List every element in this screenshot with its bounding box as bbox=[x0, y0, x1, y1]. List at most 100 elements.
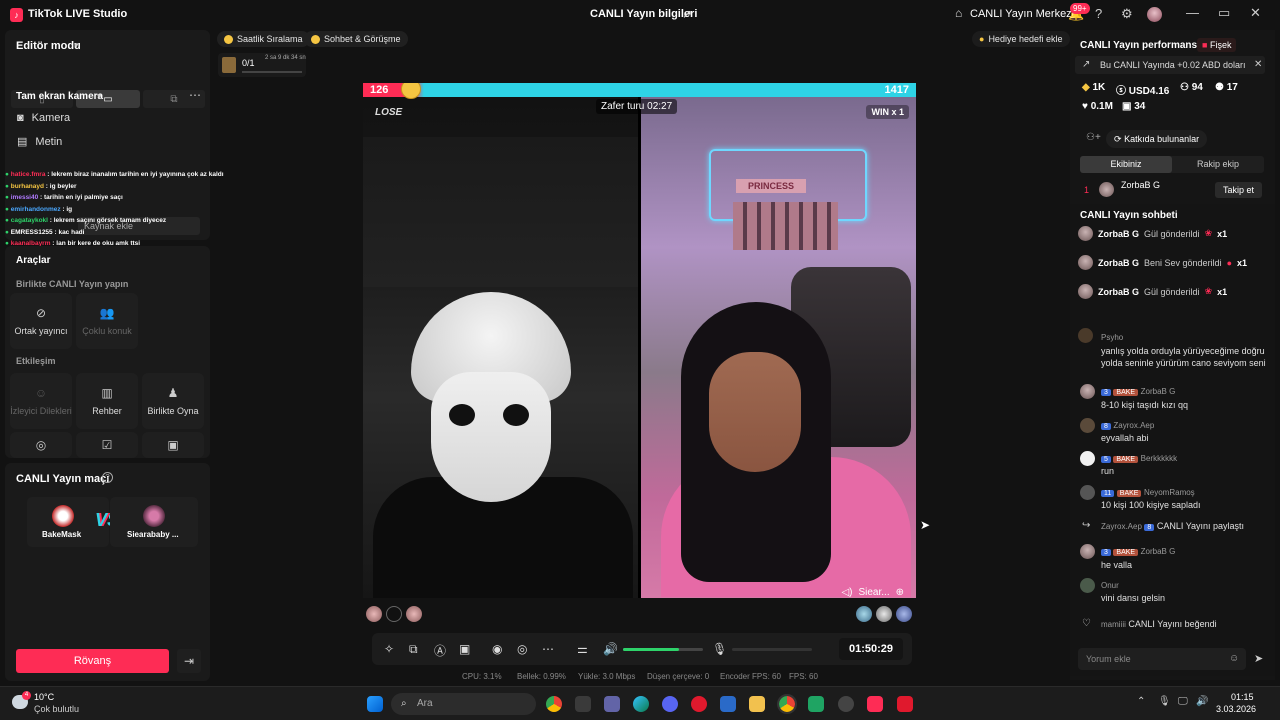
gift-message: ZorbaB G Gül gönderildi ❀ x1 bbox=[1078, 284, 1227, 299]
tiktok-icon[interactable] bbox=[867, 696, 883, 712]
avatar[interactable] bbox=[1078, 226, 1093, 241]
help-icon[interactable]: ? bbox=[1095, 6, 1102, 21]
avatar[interactable] bbox=[1080, 544, 1095, 559]
level-badge: 3 bbox=[1101, 389, 1111, 396]
avatar[interactable] bbox=[1099, 182, 1114, 197]
add-user-icon[interactable]: ⚇+ bbox=[1086, 132, 1101, 143]
help-icon[interactable]: ? bbox=[102, 472, 113, 483]
supporter-avatar[interactable] bbox=[856, 606, 872, 622]
chevron-down-icon[interactable]: ▾ bbox=[74, 40, 79, 51]
avatar[interactable] bbox=[1147, 7, 1162, 22]
chrome-active-icon[interactable] bbox=[777, 694, 797, 714]
youtube-icon[interactable] bbox=[897, 696, 913, 712]
weather-temp[interactable]: 10°C bbox=[34, 692, 54, 702]
tool-more-1[interactable]: ◎ bbox=[10, 432, 72, 458]
stat-viewers-value: 94 bbox=[1191, 82, 1203, 93]
taskbar-search[interactable]: Ara bbox=[391, 693, 536, 715]
discord-icon[interactable] bbox=[662, 696, 678, 712]
supporter-avatar[interactable] bbox=[366, 606, 382, 622]
more-icon[interactable]: ⋯ bbox=[542, 642, 554, 656]
minimize-icon[interactable]: — bbox=[1186, 5, 1199, 20]
tab-team[interactable]: Ekibiniz bbox=[1080, 156, 1172, 173]
hourly-ranking-pill[interactable]: Saatlik Sıralama bbox=[217, 31, 310, 47]
gear-icon[interactable]: ⚙ bbox=[1121, 6, 1133, 22]
play-together-label: Birlikte Oyna bbox=[147, 406, 199, 416]
tool-more-2[interactable]: ☑ bbox=[76, 432, 138, 458]
supporter-avatar[interactable] bbox=[406, 606, 422, 622]
avatar[interactable] bbox=[1078, 255, 1093, 270]
windows-start-icon[interactable] bbox=[367, 696, 383, 712]
supporter-avatar[interactable] bbox=[876, 606, 892, 622]
tab-rival[interactable]: Rakip ekip bbox=[1172, 156, 1264, 173]
rematch-button[interactable]: Rövanş bbox=[16, 649, 169, 673]
avatar[interactable] bbox=[1080, 578, 1095, 593]
share-icon[interactable]: ↗ bbox=[682, 7, 692, 21]
clock-time[interactable]: 01:15 bbox=[1231, 692, 1254, 702]
close-icon[interactable]: ✕ bbox=[1250, 5, 1261, 21]
avatar[interactable] bbox=[1078, 284, 1093, 299]
store-icon[interactable] bbox=[720, 696, 736, 712]
ai-icon[interactable]: Ⓐ bbox=[434, 642, 446, 659]
network-icon[interactable]: 🖵 bbox=[1178, 696, 1188, 707]
tool-more-3[interactable]: ▣ bbox=[142, 432, 204, 458]
effects-icon[interactable]: ▣ bbox=[459, 642, 470, 656]
weather-text[interactable]: Çok bulutlu bbox=[34, 704, 79, 714]
live-preview[interactable]: PRINCESS ◁) Siear... ⊕ 126 1417 LOSE WIN x… bbox=[363, 83, 916, 598]
guide-button[interactable]: ▥ Rehber bbox=[76, 373, 138, 429]
supporter-avatar[interactable] bbox=[386, 606, 402, 622]
microphone-icon[interactable]: 🎙 bbox=[1158, 696, 1171, 707]
chevron-down-icon[interactable]: ▾ bbox=[97, 91, 102, 102]
multi-guest-button[interactable]: 👥 Çoklu konuk bbox=[76, 293, 138, 349]
chrome-icon[interactable] bbox=[546, 696, 562, 712]
camera-section-label[interactable]: Tam ekran kamera bbox=[16, 91, 103, 102]
chevron-up-icon[interactable]: ⌃ bbox=[1137, 696, 1145, 707]
camera-switch-icon[interactable]: ◎ bbox=[517, 642, 527, 656]
volume-slider[interactable] bbox=[623, 648, 703, 651]
send-icon[interactable]: ➤ bbox=[1254, 652, 1263, 665]
obs-icon[interactable] bbox=[838, 696, 854, 712]
viewer-requests-button[interactable]: ☺ İzleyici Dilekleri bbox=[10, 373, 72, 429]
mic-level[interactable] bbox=[732, 648, 812, 651]
edge-icon[interactable] bbox=[633, 696, 649, 712]
speaker-icon[interactable]: ◁) bbox=[841, 587, 852, 598]
avatar[interactable] bbox=[1080, 451, 1095, 466]
settings-sliders-icon[interactable]: ⚌ bbox=[577, 642, 588, 656]
record-icon[interactable]: ◉ bbox=[492, 642, 502, 656]
comment-input[interactable]: Yorum ekle bbox=[1078, 648, 1246, 670]
follow-button[interactable]: Takip et bbox=[1215, 182, 1263, 198]
opera-icon[interactable] bbox=[691, 696, 707, 712]
add-icon[interactable]: ⊕ bbox=[896, 587, 904, 598]
avatar[interactable] bbox=[1080, 418, 1095, 433]
editor-mode-label[interactable]: Editör modu bbox=[16, 40, 81, 52]
volume-icon[interactable]: 🔊 bbox=[1196, 696, 1208, 707]
maximize-icon[interactable]: ▭ bbox=[1218, 5, 1230, 21]
menu-kamera[interactable]: ◙ Kamera bbox=[17, 112, 70, 124]
close-icon[interactable]: ✕ bbox=[1254, 59, 1262, 70]
supporter-avatar[interactable] bbox=[896, 606, 912, 622]
cohost-button[interactable]: ⊘ Ortak yayıncı bbox=[10, 293, 72, 349]
chat-call-pill[interactable]: Sohbet & Görüşme bbox=[304, 31, 408, 47]
teams-icon[interactable] bbox=[604, 696, 620, 712]
avatar[interactable] bbox=[1080, 384, 1095, 399]
folder-icon[interactable] bbox=[749, 696, 765, 712]
gift-goal-button[interactable]: ● Hediye hedefi ekle bbox=[972, 31, 1070, 47]
avatar[interactable] bbox=[1080, 485, 1095, 500]
firework-badge[interactable]: ■ Fişek bbox=[1197, 38, 1237, 52]
play-together-button[interactable]: ♟ Birlikte Oyna bbox=[142, 373, 204, 429]
clock-date[interactable]: 3.03.2026 bbox=[1216, 704, 1256, 714]
magic-wand-icon[interactable]: ✧ bbox=[384, 642, 394, 656]
menu-metin[interactable]: ▤ Metin bbox=[17, 135, 62, 149]
emoji-icon[interactable]: ☺ bbox=[1229, 653, 1239, 664]
app-icon[interactable] bbox=[808, 696, 824, 712]
speaker-icon[interactable]: 🔊 bbox=[603, 642, 618, 656]
microphone-icon[interactable]: 🎙 bbox=[712, 642, 727, 656]
contributors-button[interactable]: ⟳ Katkıda bulunanlar bbox=[1106, 130, 1208, 148]
exit-icon[interactable]: ⇥ bbox=[177, 649, 201, 673]
gift-sender: ZorbaB G bbox=[1098, 286, 1140, 297]
screen-icon[interactable]: ⧉ bbox=[409, 642, 418, 657]
opponent-label[interactable]: ◁) Siear... ⊕ bbox=[841, 587, 904, 598]
more-icon[interactable]: ⋯ bbox=[189, 88, 201, 102]
task-view-icon[interactable] bbox=[575, 696, 591, 712]
live-center-link[interactable]: CANLI Yayın Merkezi bbox=[970, 8, 1074, 20]
avatar[interactable] bbox=[1078, 328, 1093, 343]
